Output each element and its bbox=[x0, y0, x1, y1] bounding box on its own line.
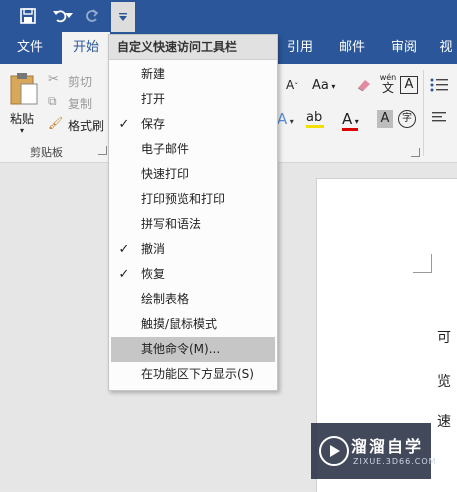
checkmark-icon: ✓ bbox=[118, 117, 130, 132]
copy-icon: ⧉ bbox=[48, 94, 57, 108]
enclose-character-icon[interactable]: 字 bbox=[398, 110, 416, 128]
divider bbox=[423, 70, 424, 156]
copy-button[interactable]: ⧉ 复制 bbox=[48, 94, 108, 112]
menu-item-label: 电子邮件 bbox=[141, 142, 190, 156]
font-color-icon[interactable]: A ▾ bbox=[342, 110, 366, 131]
tab-references[interactable]: 引用 bbox=[280, 32, 320, 64]
menu-item[interactable]: 电子邮件 bbox=[109, 137, 277, 162]
doc-text-line: 速 bbox=[437, 414, 451, 430]
menu-item[interactable]: 在功能区下方显示(S) bbox=[109, 362, 277, 387]
menu-item-label: 打印预览和打印 bbox=[141, 192, 226, 206]
watermark: 溜溜自学 ZIXUE.3D66.COM bbox=[311, 423, 436, 479]
menu-title: 自定义快速访问工具栏 bbox=[109, 35, 277, 60]
paste-dropdown-icon[interactable]: ▾ bbox=[20, 126, 24, 135]
customize-qat-menu: 自定义快速访问工具栏 新建打开 ✓ 保存电子邮件快速打印打印预览和打印 拼写和语法 ✓ 撤… bbox=[108, 34, 278, 391]
clear-formatting-icon[interactable] bbox=[356, 78, 372, 92]
doc-text-line: 览 bbox=[437, 374, 451, 390]
menu-item[interactable]: ✓ 撤消 bbox=[109, 237, 277, 262]
menu-item[interactable]: 其他命令(M)... bbox=[111, 337, 275, 362]
title-bar bbox=[0, 0, 457, 32]
redo-icon[interactable] bbox=[80, 4, 104, 28]
paintbrush-icon: 🖌 bbox=[48, 116, 64, 130]
scissors-icon: ✂ bbox=[48, 72, 59, 87]
watermark-brand: 溜溜自学 bbox=[351, 437, 424, 456]
tab-file[interactable]: 文件 bbox=[10, 32, 50, 64]
tab-home[interactable]: 开始 bbox=[62, 32, 110, 64]
shrink-font-button[interactable]: Aˇ bbox=[286, 78, 298, 92]
menu-item-label: 恢复 bbox=[141, 267, 166, 281]
highlight-color-icon[interactable]: ab bbox=[306, 110, 330, 128]
menu-item[interactable]: 快速打印 bbox=[109, 162, 277, 187]
checkmark-icon: ✓ bbox=[118, 267, 130, 282]
menu-item-label: 快速打印 bbox=[141, 167, 190, 181]
menu-item[interactable]: 触摸/鼠标模式 bbox=[109, 312, 277, 337]
copy-label: 复制 bbox=[68, 97, 93, 111]
menu-item-label: 拼写和语法 bbox=[141, 217, 202, 231]
format-painter-label: 格式刷 bbox=[68, 119, 105, 133]
menu-item-label: 打开 bbox=[141, 92, 166, 106]
menu-item-label: 新建 bbox=[141, 67, 166, 81]
menu-item[interactable]: ✓ 恢复 bbox=[109, 262, 277, 287]
format-painter-button[interactable]: 🖌 格式刷 bbox=[48, 116, 108, 134]
font-group-launcher-icon[interactable] bbox=[411, 148, 420, 157]
menu-item-label: 触摸/鼠标模式 bbox=[141, 317, 218, 331]
menu-item[interactable]: 新建 bbox=[109, 62, 277, 87]
doc-text-line: 可 bbox=[437, 330, 451, 346]
cut-button[interactable]: ✂ 剪切 bbox=[48, 72, 108, 90]
cut-label: 剪切 bbox=[68, 75, 93, 89]
phonetic-guide-icon[interactable]: wén 文 bbox=[378, 72, 398, 96]
text-effects-icon[interactable]: A ▾ bbox=[277, 110, 294, 128]
paste-icon bbox=[10, 73, 38, 105]
align-left-icon[interactable] bbox=[432, 112, 448, 126]
tab-view[interactable]: 视 bbox=[434, 32, 457, 64]
customize-qat-icon[interactable] bbox=[111, 2, 135, 32]
enclose-border-icon[interactable]: A bbox=[400, 76, 418, 94]
undo-dropdown-icon[interactable] bbox=[64, 4, 74, 28]
menu-item[interactable]: ✓ 保存 bbox=[109, 112, 277, 137]
bullets-icon[interactable] bbox=[430, 78, 452, 92]
paste-label: 粘贴 bbox=[10, 112, 35, 126]
play-logo-icon bbox=[319, 436, 349, 466]
menu-item[interactable]: 打开 bbox=[109, 87, 277, 112]
menu-item-label: 撤消 bbox=[141, 242, 166, 256]
watermark-url: ZIXUE.3D66.COM bbox=[353, 457, 437, 466]
menu-item[interactable]: 拼写和语法 bbox=[109, 212, 277, 237]
clipboard-launcher-icon[interactable] bbox=[98, 146, 107, 155]
tab-review[interactable]: 审阅 bbox=[384, 32, 424, 64]
clipboard-group-label: 剪贴板 bbox=[30, 146, 63, 159]
tab-mailings[interactable]: 邮件 bbox=[332, 32, 372, 64]
change-case-button[interactable]: Aa ▾ bbox=[312, 78, 335, 93]
paste-button[interactable]: 粘贴 ▾ bbox=[6, 70, 42, 135]
save-icon[interactable] bbox=[16, 4, 40, 28]
checkmark-icon: ✓ bbox=[118, 242, 130, 257]
menu-item-label: 其他命令(M)... bbox=[141, 342, 221, 356]
menu-item-label: 绘制表格 bbox=[141, 292, 190, 306]
menu-item-label: 在功能区下方显示(S) bbox=[141, 367, 254, 381]
char-shading-icon[interactable]: A bbox=[377, 110, 393, 128]
menu-item[interactable]: 打印预览和打印 bbox=[109, 187, 277, 212]
margin-corner-mark bbox=[413, 254, 432, 273]
menu-item-label: 保存 bbox=[141, 117, 166, 131]
menu-item[interactable]: 绘制表格 bbox=[109, 287, 277, 312]
